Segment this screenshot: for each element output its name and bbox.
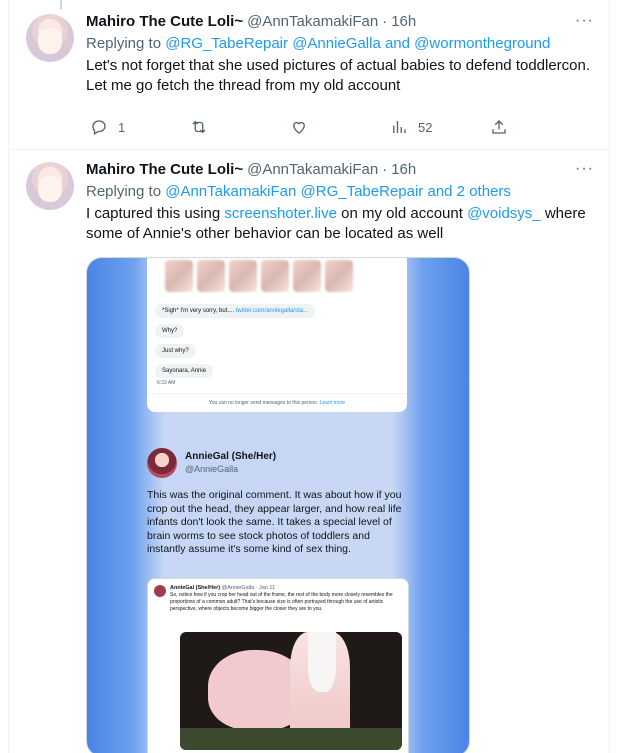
nested-meta: @AnnieGalla · Jan 11 — [221, 585, 276, 591]
display-name[interactable]: Mahiro The Cute Loli~ — [86, 12, 243, 32]
retweet-icon — [192, 120, 206, 134]
tweet-header: Mahiro The Cute Loli~ @AnnTakamakiFan · … — [86, 12, 594, 32]
reply-icon — [92, 120, 106, 135]
timestamp[interactable]: 16h — [391, 12, 416, 32]
display-name[interactable]: Mahiro The Cute Loli~ — [86, 160, 243, 180]
tweet-2[interactable]: Mahiro The Cute Loli~ @AnnTakamakiFan · … — [10, 150, 610, 753]
avatar[interactable] — [26, 162, 74, 210]
nested-text: So, notice how if you crop her head out … — [170, 592, 393, 612]
dm-bubble: Why? — [155, 324, 185, 338]
separator-dot: · — [382, 13, 388, 30]
dm-note-link: Learn more — [319, 400, 346, 406]
more-icon[interactable]: ··· — [575, 160, 594, 178]
share-button[interactable] — [490, 118, 508, 136]
others-link[interactable]: and 2 others — [427, 183, 510, 200]
quoted-avatar — [147, 448, 177, 478]
quoted-handle: @AnnieGalla — [185, 464, 239, 474]
dm-note-text: You can no longer send messages to this … — [208, 400, 319, 406]
dm-bubble-link: twitter.com/anniegalla/sta... — [235, 308, 309, 314]
avatar[interactable] — [26, 14, 74, 62]
blurred-images — [165, 260, 353, 292]
dm-bubble-text: *Sigh* I'm very sorry, but.... — [162, 308, 236, 314]
dm-bubble: *Sigh* I'm very sorry, but.... twitter.c… — [155, 304, 316, 318]
dm-blocked-note: You can no longer send messages to this … — [147, 393, 407, 406]
mention-link[interactable]: @AnnieGalla — [292, 35, 381, 52]
timestamp[interactable]: 16h — [391, 160, 416, 180]
text-part: on my old account — [336, 205, 468, 222]
mention-link[interactable]: @RG_TabeRepair — [165, 35, 288, 52]
dm-bubble: Sayonara, Annie — [155, 364, 214, 378]
replying-to-label: Replying to — [86, 183, 162, 200]
user-handle[interactable]: @AnnTakamakiFan — [247, 160, 378, 180]
tweet-1[interactable]: Mahiro The Cute Loli~ @AnnTakamakiFan · … — [10, 0, 610, 150]
dm-timestamp: 6:33 AM — [157, 380, 176, 386]
tweet-header: Mahiro The Cute Loli~ @AnnTakamakiFan · … — [86, 160, 594, 180]
nested-quote-card: AnnieGal (She/Her) @AnnieGalla · Jan 11 … — [147, 578, 409, 753]
more-icon[interactable]: ··· — [575, 12, 594, 30]
quoted-text: This was the original comment. It was ab… — [147, 489, 402, 555]
share-icon — [492, 120, 506, 134]
quoted-name: AnnieGal (She/Her) — [185, 451, 277, 462]
views-button[interactable]: 52 — [390, 118, 490, 136]
mention-link[interactable]: @voidsys_ — [467, 205, 541, 222]
tweet-text: Let's not forget that she used pictures … — [86, 57, 591, 94]
replying-to: Replying to @AnnTakamakiFan @RG_TabeRepa… — [86, 182, 594, 202]
tweet-media-image[interactable]: *Sigh* I'm very sorry, but.... twitter.c… — [86, 257, 470, 753]
nested-avatar — [154, 585, 166, 597]
action-bar: 1 52 — [90, 118, 508, 136]
dm-bubble: Just why? — [155, 344, 196, 358]
thread-line-top — [60, 0, 62, 10]
nested-header: AnnieGal (She/Her) @AnnieGalla · Jan 11 — [170, 585, 275, 591]
mention-link[interactable]: @wormontheground — [414, 35, 550, 52]
tweet-text: I captured this using screenshoter.live … — [86, 204, 594, 244]
views-count: 52 — [418, 119, 433, 135]
replying-to: Replying to @RG_TabeRepair @AnnieGalla a… — [86, 34, 594, 54]
nested-name: AnnieGal (She/Her) — [170, 585, 221, 591]
retweet-button[interactable] — [190, 118, 290, 136]
views-icon — [393, 121, 406, 133]
nested-image — [180, 632, 402, 750]
reply-and-text: and — [384, 35, 410, 52]
text-part: I captured this using — [86, 205, 225, 222]
like-button[interactable] — [290, 118, 390, 136]
dm-screenshot: *Sigh* I'm very sorry, but.... twitter.c… — [147, 258, 407, 412]
url-link[interactable]: screenshoter.live — [224, 205, 337, 222]
replying-to-label: Replying to — [86, 35, 162, 52]
separator-dot: · — [382, 161, 388, 178]
like-icon — [293, 121, 305, 134]
mention-link[interactable]: @AnnTakamakiFan — [165, 183, 296, 200]
reply-count: 1 — [118, 119, 126, 135]
mention-link[interactable]: @RG_TabeRepair — [301, 183, 424, 200]
user-handle[interactable]: @AnnTakamakiFan — [247, 12, 378, 32]
reply-button[interactable]: 1 — [90, 118, 190, 136]
